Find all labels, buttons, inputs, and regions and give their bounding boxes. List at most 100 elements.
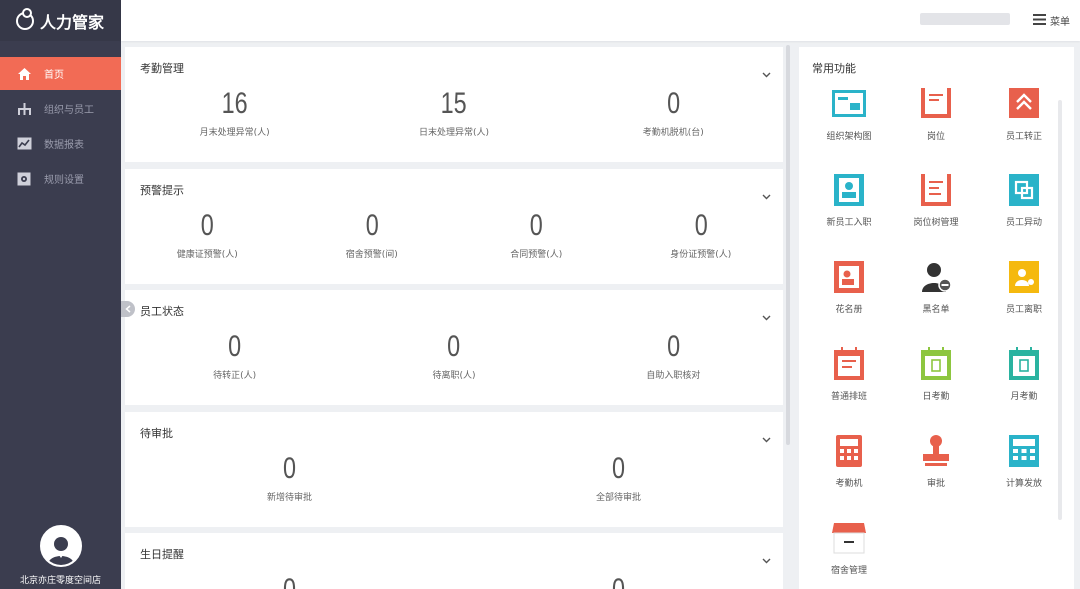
avatar[interactable] [39, 525, 82, 567]
stat-birthday-a[interactable]: 0 [125, 573, 454, 589]
func-daily-attendance[interactable]: 日考勤 [896, 345, 976, 402]
stat-value: 0 [611, 452, 626, 485]
stat-health-cert[interactable]: 0 健康证预警(人) [125, 209, 290, 260]
func-label: 岗位树管理 [913, 218, 959, 228]
chevron-down-icon[interactable] [762, 63, 771, 82]
chevron-down-icon[interactable] [762, 306, 771, 325]
card-title: 考勤管理 [140, 62, 184, 75]
home-icon [16, 66, 32, 82]
stat-label: 全部待审批 [595, 493, 641, 503]
settings-icon [16, 171, 32, 187]
func-org-structure[interactable]: 组织架构图 [809, 85, 889, 142]
func-dorm-management[interactable]: 宿舍管理 [809, 519, 889, 576]
stat-new-approval[interactable]: 0 新增待审批 [125, 452, 454, 503]
sidebar-item-home[interactable]: 首页 [0, 57, 121, 90]
sidebar-item-org[interactable]: 组织与员工 [0, 92, 121, 125]
stamp-icon [917, 432, 955, 470]
func-transfer[interactable]: 员工异动 [984, 171, 1064, 228]
stat-id-card[interactable]: 0 身份证预警(人) [619, 209, 784, 260]
sidebar: 人力管家 首页 组织与员工 数据报表 规则设置 北京亦庄零度空间店 [0, 0, 121, 589]
stat-machine-offline[interactable]: 0 考勤机脱机(台) [564, 87, 783, 138]
stat-value: 0 [490, 573, 747, 589]
stat-dorm[interactable]: 0 宿舍预警(间) [290, 209, 455, 260]
stat-row: 0 待转正(人) 0 待离职(人) 0 自助入职核对 [125, 330, 783, 381]
func-promotion[interactable]: 员工转正 [984, 85, 1064, 142]
roster-icon [830, 258, 868, 296]
stat-label: 宿舍预警(间) [345, 250, 398, 260]
func-label: 组织架构图 [826, 132, 872, 142]
func-payroll[interactable]: 计算发放 [984, 432, 1064, 489]
stat-pending-leave[interactable]: 0 待离职(人) [344, 330, 563, 381]
func-schedule[interactable]: 普通排班 [809, 345, 889, 402]
stat-contract[interactable]: 0 合同预警(人) [454, 209, 619, 260]
func-roster[interactable]: 花名册 [809, 258, 889, 315]
stat-row: 0 健康证预警(人) 0 宿舍预警(间) 0 合同预警(人) 0 身份证预警(人) [125, 209, 783, 260]
common-functions-panel: 常用功能 组织架构图 岗位 员工转正 新员工入职 岗位树管理 员工异动 花名册 … [799, 47, 1074, 589]
stat-value: 0 [228, 330, 242, 363]
store-name: 北京亦庄零度空间店 [19, 576, 101, 586]
staff-status-card: 员工状态 0 待转正(人) 0 待离职(人) 0 自助入职核对 [125, 290, 783, 405]
org-structure-icon [830, 85, 868, 123]
username-redacted [920, 13, 1010, 25]
chevron-down-icon[interactable] [762, 185, 771, 204]
dorm-house-icon [830, 519, 868, 557]
position-tree-icon [917, 171, 955, 209]
stat-label: 日末处理异常(人) [418, 128, 489, 138]
chevron-down-icon[interactable] [762, 428, 771, 447]
sidebar-item-label: 首页 [44, 70, 64, 81]
app-logo[interactable]: 人力管家 [0, 0, 121, 41]
panel-scrollbar[interactable] [1058, 100, 1062, 520]
stat-value: 15 [440, 87, 468, 120]
func-label: 宿舍管理 [830, 566, 867, 576]
stat-pending-regular[interactable]: 0 待转正(人) [125, 330, 344, 381]
func-position-tree[interactable]: 岗位树管理 [896, 171, 976, 228]
stat-row: 0 0 [125, 573, 783, 589]
stat-label: 自助入职核对 [646, 371, 701, 381]
stat-all-approval[interactable]: 0 全部待审批 [454, 452, 783, 503]
stat-month-abnormal[interactable]: 16 月末处理异常(人) [125, 87, 344, 138]
sidebar-item-reports[interactable]: 数据报表 [0, 127, 121, 160]
stat-value: 16 [221, 87, 248, 120]
stat-value: 0 [666, 87, 680, 120]
func-approval[interactable]: 审批 [896, 432, 976, 489]
hamburger-icon [1033, 13, 1046, 28]
func-position[interactable]: 岗位 [896, 85, 976, 142]
user-panel: 北京亦庄零度空间店 [0, 525, 121, 589]
func-new-hire[interactable]: 新员工入职 [809, 171, 889, 228]
sidebar-nav: 首页 组织与员工 数据报表 规则设置 [0, 57, 121, 195]
func-label: 计算发放 [1005, 479, 1042, 489]
stat-label: 待转正(人) [213, 371, 257, 381]
sidebar-item-settings[interactable]: 规则设置 [0, 162, 121, 195]
card-title: 员工状态 [140, 305, 184, 318]
stat-label: 合同预警(人) [510, 250, 563, 260]
promotion-icon [1005, 85, 1043, 123]
card-title: 生日提醒 [140, 548, 184, 561]
main-scrollbar[interactable] [786, 45, 790, 445]
func-label: 新员工入职 [826, 218, 872, 228]
stat-row: 16 月末处理异常(人) 15 日末处理异常(人) 0 考勤机脱机(台) [125, 87, 783, 138]
func-blacklist[interactable]: 黑名单 [896, 258, 976, 315]
sidebar-item-label: 组织与员工 [44, 105, 94, 116]
blacklist-user-icon [917, 258, 955, 296]
card-title: 预警提示 [140, 184, 184, 197]
chevron-down-icon[interactable] [762, 549, 771, 568]
func-label: 员工离职 [1005, 305, 1042, 315]
func-label: 日考勤 [922, 392, 950, 402]
stat-row: 0 新增待审批 0 全部待审批 [125, 452, 783, 503]
func-attendance-machine[interactable]: 考勤机 [809, 432, 889, 489]
stat-self-onboard[interactable]: 0 自助入职核对 [564, 330, 783, 381]
func-label: 员工转正 [1005, 132, 1042, 142]
stat-birthday-b[interactable]: 0 [454, 573, 783, 589]
daily-calendar-icon [917, 345, 955, 383]
menu-button[interactable]: 菜单 [1033, 13, 1070, 28]
birthday-card: 生日提醒 0 0 [125, 533, 783, 589]
stat-label: 考勤机脱机(台) [642, 128, 704, 138]
stat-day-abnormal[interactable]: 15 日末处理异常(人) [344, 87, 563, 138]
monthly-calendar-icon [1005, 345, 1043, 383]
func-resign[interactable]: 员工离职 [984, 258, 1064, 315]
func-monthly-attendance[interactable]: 月考勤 [984, 345, 1064, 402]
panel-title: 常用功能 [812, 62, 856, 75]
func-label: 花名册 [835, 305, 863, 315]
org-chart-icon [16, 101, 32, 117]
stat-value: 0 [161, 573, 418, 589]
